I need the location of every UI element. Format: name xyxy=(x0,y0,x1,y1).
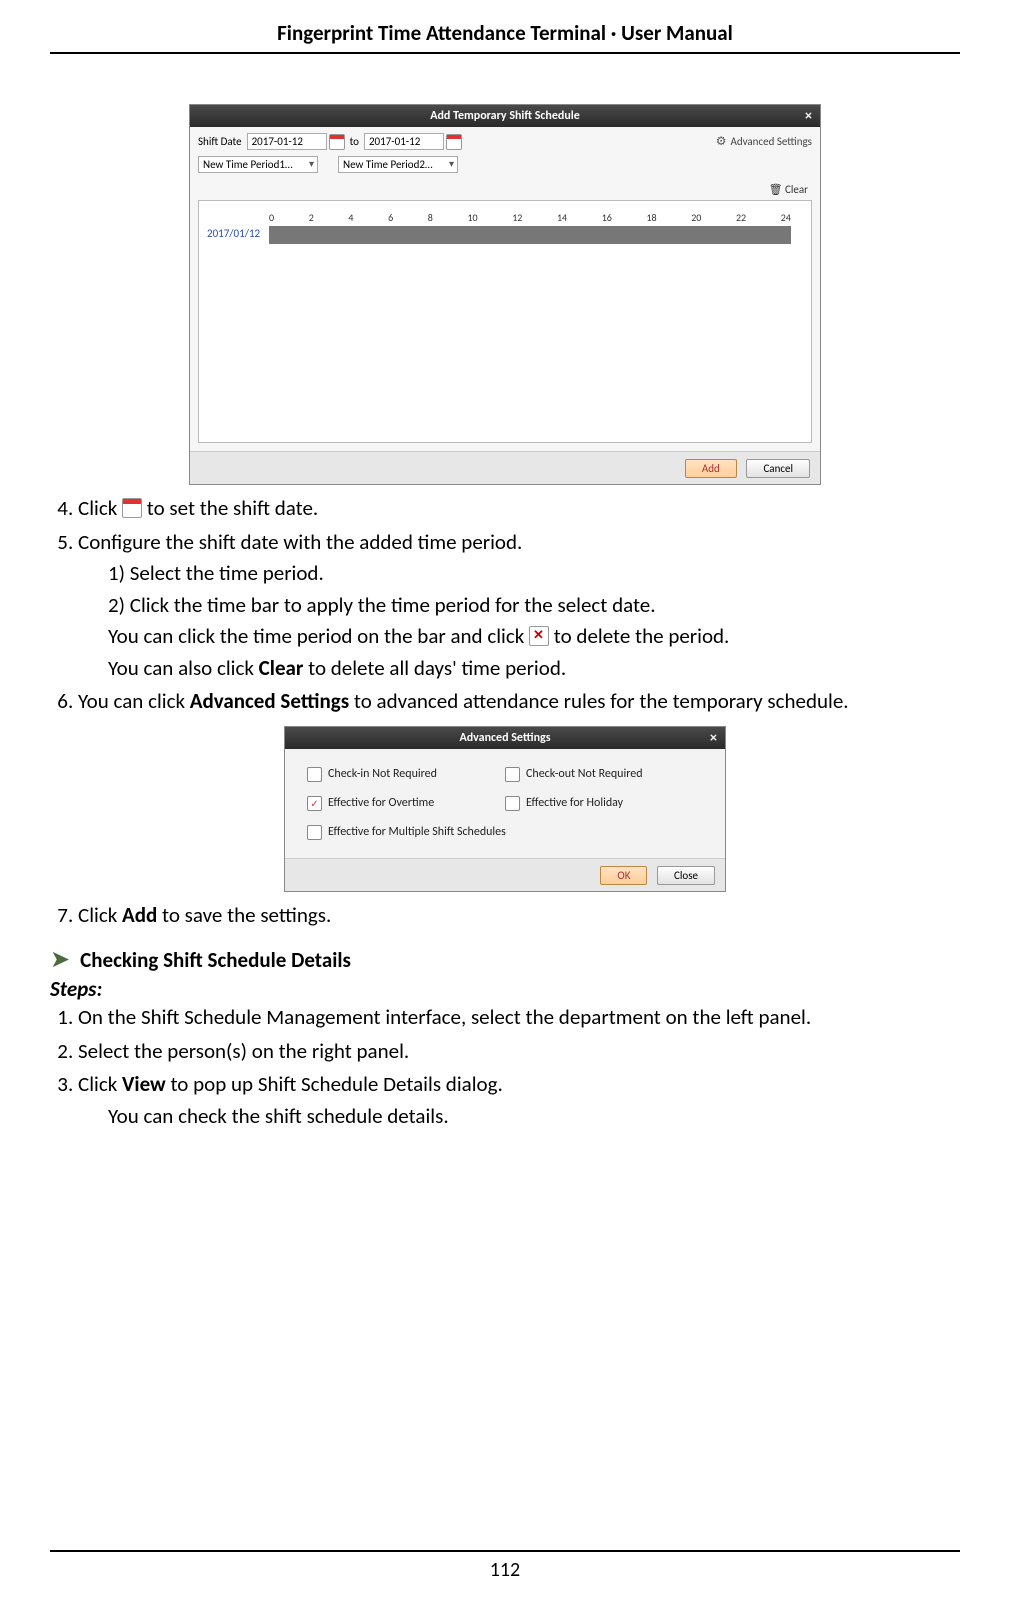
time-period-1-dropdown[interactable]: New Time Period1… xyxy=(198,156,318,173)
header-divider xyxy=(50,52,960,54)
clear-label: Clear xyxy=(785,183,808,196)
close-icon[interactable]: × xyxy=(805,107,812,124)
page-footer: 112 xyxy=(0,1550,1010,1582)
calendar-icon[interactable] xyxy=(446,134,462,150)
checkbox-icon xyxy=(505,796,520,811)
advanced-settings-dialog: Advanced Settings × Check-in Not Require… xyxy=(284,726,726,892)
date-to-label: to xyxy=(350,135,359,148)
timeline-panel: 2017/01/12 0 2 4 6 8 10 12 14 16 18 20 2… xyxy=(198,200,812,443)
ok-button[interactable]: OK xyxy=(600,866,647,885)
checkbox-effective-multiple-shift[interactable]: Effective for Multiple Shift Schedules xyxy=(307,825,703,840)
clear-button[interactable]: Clear xyxy=(769,183,808,196)
dialog1-title: Add Temporary Shift Schedule xyxy=(430,109,580,123)
step-5-note1: You can click the time period on the bar… xyxy=(108,621,960,653)
checkbox-icon xyxy=(505,767,520,782)
footer-divider xyxy=(50,1550,960,1552)
steps-list-c: On the Shift Schedule Management interfa… xyxy=(50,1002,960,1132)
dialog2-title: Advanced Settings xyxy=(459,731,550,745)
time-period-2-dropdown[interactable]: New Time Period2… xyxy=(338,156,458,173)
step-5: Configure the shift date with the added … xyxy=(78,527,960,685)
section2-step-3: Click View to pop up Shift Schedule Deta… xyxy=(78,1069,960,1132)
step-5-1: 1) Select the time period. xyxy=(108,558,960,590)
section2-step-3-note: You can check the shift schedule details… xyxy=(108,1101,960,1133)
delete-icon xyxy=(529,626,549,646)
step-6: You can click Advanced Settings to advan… xyxy=(78,686,960,718)
close-icon[interactable]: × xyxy=(710,729,717,746)
page-number: 112 xyxy=(490,1558,520,1582)
step-5-2: 2) Click the time bar to apply the time … xyxy=(108,590,960,622)
steps-list-a: Click to set the shift date. Configure t… xyxy=(50,493,960,718)
arrow-icon: ➤ xyxy=(50,945,70,974)
page-header-title: Fingerprint Time Attendance Terminal · U… xyxy=(50,20,960,52)
checkbox-effective-overtime[interactable]: ✓ Effective for Overtime xyxy=(307,796,505,811)
checkbox-checkout-not-required[interactable]: Check-out Not Required xyxy=(505,767,703,782)
dialog2-titlebar: Advanced Settings × xyxy=(285,727,725,749)
step-7: Click Add to save the settings. xyxy=(78,900,960,932)
trash-icon xyxy=(769,183,783,196)
dialog1-titlebar: Add Temporary Shift Schedule × xyxy=(190,105,820,127)
checkbox-icon xyxy=(307,767,322,782)
timeline-date: 2017/01/12 xyxy=(207,227,260,240)
checkbox-icon: ✓ xyxy=(307,796,322,811)
section2-step-1: On the Shift Schedule Management interfa… xyxy=(78,1002,960,1034)
checkbox-icon xyxy=(307,825,322,840)
section-checking-shift-schedule: ➤ Checking Shift Schedule Details xyxy=(50,945,960,974)
timeline-bar[interactable] xyxy=(269,226,791,244)
steps-label: Steps: xyxy=(50,976,960,1002)
timeline-ticks: 0 2 4 6 8 10 12 14 16 18 20 22 24 xyxy=(269,211,791,224)
calendar-icon xyxy=(122,498,142,518)
gear-icon xyxy=(716,134,727,149)
cancel-button[interactable]: Cancel xyxy=(746,459,810,478)
checkbox-effective-holiday[interactable]: Effective for Holiday xyxy=(505,796,703,811)
add-button[interactable]: Add xyxy=(685,459,737,478)
checkbox-checkin-not-required[interactable]: Check-in Not Required xyxy=(307,767,505,782)
add-temporary-shift-dialog: Add Temporary Shift Schedule × Shift Dat… xyxy=(189,104,821,485)
shift-date-from-input[interactable]: 2017-01-12 xyxy=(247,133,327,150)
close-button[interactable]: Close xyxy=(657,866,715,885)
calendar-icon[interactable] xyxy=(329,134,345,150)
step-4: Click to set the shift date. xyxy=(78,493,960,525)
shift-date-to-input[interactable]: 2017-01-12 xyxy=(364,133,444,150)
advanced-settings-link[interactable]: Advanced Settings xyxy=(716,134,812,149)
advanced-settings-label: Advanced Settings xyxy=(730,135,812,148)
step-5-note2: You can also click Clear to delete all d… xyxy=(108,653,960,685)
shift-date-label: Shift Date xyxy=(198,135,242,148)
steps-list-b: Click Add to save the settings. xyxy=(50,900,960,932)
section-title: Checking Shift Schedule Details xyxy=(80,947,351,973)
section2-step-2: Select the person(s) on the right panel. xyxy=(78,1036,960,1068)
